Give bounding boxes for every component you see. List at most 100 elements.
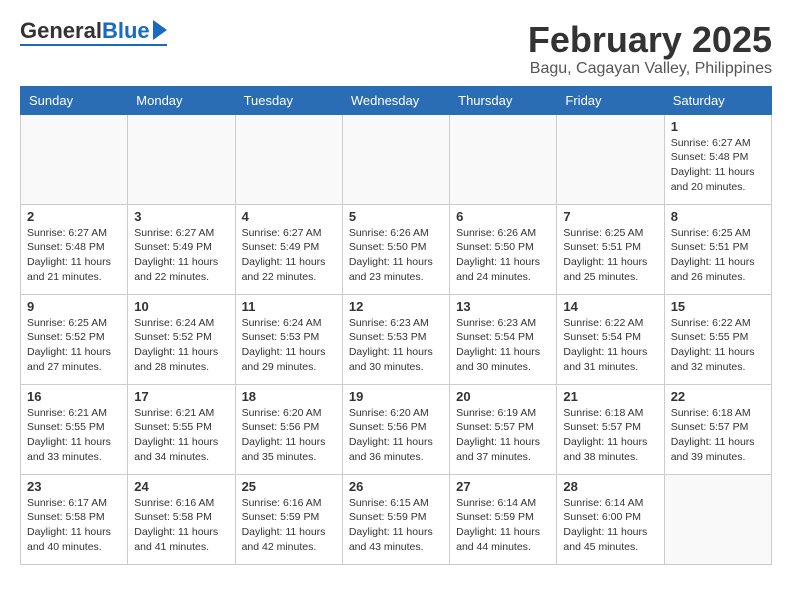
- day-info: Sunrise: 6:20 AM Sunset: 5:56 PM Dayligh…: [349, 406, 443, 465]
- calendar-cell: 19 Sunrise: 6:20 AM Sunset: 5:56 PM Dayli…: [342, 384, 449, 474]
- day-number: 2: [27, 209, 121, 224]
- calendar-cell: 25 Sunrise: 6:16 AM Sunset: 5:59 PM Dayli…: [235, 474, 342, 564]
- calendar-cell: [235, 114, 342, 204]
- calendar-cell: 22 Sunrise: 6:18 AM Sunset: 5:57 PM Dayli…: [664, 384, 771, 474]
- calendar-cell: 16 Sunrise: 6:21 AM Sunset: 5:55 PM Dayli…: [21, 384, 128, 474]
- calendar-cell: 15 Sunrise: 6:22 AM Sunset: 5:55 PM Dayli…: [664, 294, 771, 384]
- day-number: 10: [134, 299, 228, 314]
- day-number: 4: [242, 209, 336, 224]
- day-info: Sunrise: 6:22 AM Sunset: 5:55 PM Dayligh…: [671, 316, 765, 375]
- calendar-cell: 10Sunrise: 6:24 AM Sunset: 5:52 PM Dayli…: [128, 294, 235, 384]
- day-header-monday: Monday: [128, 86, 235, 114]
- day-number: 20: [456, 389, 550, 404]
- day-info: Sunrise: 6:27 AM Sunset: 5:48 PM Dayligh…: [27, 226, 121, 285]
- week-row-4: 23 Sunrise: 6:17 AM Sunset: 5:58 PM Dayli…: [21, 474, 772, 564]
- header: General Blue February 2025 Bagu, Cagayan…: [20, 20, 772, 78]
- day-info: Sunrise: 6:19 AM Sunset: 5:57 PM Dayligh…: [456, 406, 550, 465]
- calendar-cell: 18 Sunrise: 6:20 AM Sunset: 5:56 PM Dayli…: [235, 384, 342, 474]
- day-header-thursday: Thursday: [450, 86, 557, 114]
- calendar-cell: 3Sunrise: 6:27 AM Sunset: 5:49 PM Daylig…: [128, 204, 235, 294]
- logo-underline: [20, 44, 167, 46]
- calendar-cell: [557, 114, 664, 204]
- week-row-1: 2 Sunrise: 6:27 AM Sunset: 5:48 PM Daylig…: [21, 204, 772, 294]
- calendar-cell: 4Sunrise: 6:27 AM Sunset: 5:49 PM Daylig…: [235, 204, 342, 294]
- calendar-cell: 12 Sunrise: 6:23 AM Sunset: 5:53 PM Dayli…: [342, 294, 449, 384]
- day-info: Sunrise: 6:16 AM Sunset: 5:58 PM Dayligh…: [134, 496, 228, 555]
- day-number: 3: [134, 209, 228, 224]
- calendar-cell: 7 Sunrise: 6:25 AM Sunset: 5:51 PM Daylig…: [557, 204, 664, 294]
- day-number: 13: [456, 299, 550, 314]
- day-number: 18: [242, 389, 336, 404]
- calendar-cell: [21, 114, 128, 204]
- calendar-cell: 6 Sunrise: 6:26 AM Sunset: 5:50 PM Daylig…: [450, 204, 557, 294]
- calendar-cell: 14 Sunrise: 6:22 AM Sunset: 5:54 PM Dayli…: [557, 294, 664, 384]
- day-info: Sunrise: 6:18 AM Sunset: 5:57 PM Dayligh…: [671, 406, 765, 465]
- day-number: 5: [349, 209, 443, 224]
- day-info: Sunrise: 6:25 AM Sunset: 5:51 PM Dayligh…: [671, 226, 765, 285]
- day-number: 24: [134, 479, 228, 494]
- calendar-cell: [664, 474, 771, 564]
- day-number: 7: [563, 209, 657, 224]
- calendar-cell: 28Sunrise: 6:14 AM Sunset: 6:00 PM Dayli…: [557, 474, 664, 564]
- day-number: 26: [349, 479, 443, 494]
- day-header-friday: Friday: [557, 86, 664, 114]
- day-number: 15: [671, 299, 765, 314]
- day-number: 25: [242, 479, 336, 494]
- calendar-cell: 27 Sunrise: 6:14 AM Sunset: 5:59 PM Dayli…: [450, 474, 557, 564]
- day-number: 19: [349, 389, 443, 404]
- day-info: Sunrise: 6:17 AM Sunset: 5:58 PM Dayligh…: [27, 496, 121, 555]
- calendar-title: February 2025: [528, 20, 772, 60]
- calendar-cell: 21 Sunrise: 6:18 AM Sunset: 5:57 PM Dayli…: [557, 384, 664, 474]
- day-number: 27: [456, 479, 550, 494]
- calendar-cell: 11 Sunrise: 6:24 AM Sunset: 5:53 PM Dayli…: [235, 294, 342, 384]
- day-info: Sunrise: 6:21 AM Sunset: 5:55 PM Dayligh…: [134, 406, 228, 465]
- logo: General Blue: [20, 20, 167, 46]
- week-row-3: 16 Sunrise: 6:21 AM Sunset: 5:55 PM Dayli…: [21, 384, 772, 474]
- day-number: 12: [349, 299, 443, 314]
- day-number: 14: [563, 299, 657, 314]
- day-info: Sunrise: 6:25 AM Sunset: 5:51 PM Dayligh…: [563, 226, 657, 285]
- day-info: Sunrise: 6:23 AM Sunset: 5:53 PM Dayligh…: [349, 316, 443, 375]
- calendar-cell: 20 Sunrise: 6:19 AM Sunset: 5:57 PM Dayli…: [450, 384, 557, 474]
- day-number: 16: [27, 389, 121, 404]
- day-info: Sunrise: 6:22 AM Sunset: 5:54 PM Dayligh…: [563, 316, 657, 375]
- header-row: SundayMondayTuesdayWednesdayThursdayFrid…: [21, 86, 772, 114]
- day-info: Sunrise: 6:26 AM Sunset: 5:50 PM Dayligh…: [456, 226, 550, 285]
- day-number: 22: [671, 389, 765, 404]
- calendar-cell: 24 Sunrise: 6:16 AM Sunset: 5:58 PM Dayli…: [128, 474, 235, 564]
- week-row-0: 1Sunrise: 6:27 AM Sunset: 5:48 PM Daylig…: [21, 114, 772, 204]
- day-number: 17: [134, 389, 228, 404]
- calendar-cell: 26 Sunrise: 6:15 AM Sunset: 5:59 PM Dayli…: [342, 474, 449, 564]
- day-number: 6: [456, 209, 550, 224]
- day-info: Sunrise: 6:20 AM Sunset: 5:56 PM Dayligh…: [242, 406, 336, 465]
- day-header-tuesday: Tuesday: [235, 86, 342, 114]
- day-info: Sunrise: 6:21 AM Sunset: 5:55 PM Dayligh…: [27, 406, 121, 465]
- day-info: Sunrise: 6:18 AM Sunset: 5:57 PM Dayligh…: [563, 406, 657, 465]
- week-row-2: 9Sunrise: 6:25 AM Sunset: 5:52 PM Daylig…: [21, 294, 772, 384]
- page: General Blue February 2025 Bagu, Cagayan…: [0, 0, 792, 575]
- day-number: 21: [563, 389, 657, 404]
- calendar-cell: 9Sunrise: 6:25 AM Sunset: 5:52 PM Daylig…: [21, 294, 128, 384]
- day-number: 9: [27, 299, 121, 314]
- day-number: 11: [242, 299, 336, 314]
- day-info: Sunrise: 6:24 AM Sunset: 5:53 PM Dayligh…: [242, 316, 336, 375]
- day-info: Sunrise: 6:14 AM Sunset: 6:00 PM Dayligh…: [563, 496, 657, 555]
- day-header-sunday: Sunday: [21, 86, 128, 114]
- day-header-saturday: Saturday: [664, 86, 771, 114]
- day-header-wednesday: Wednesday: [342, 86, 449, 114]
- logo-blue-text: Blue: [102, 20, 150, 42]
- logo-general-text: General: [20, 20, 102, 42]
- logo-arrow-icon: [153, 20, 167, 40]
- calendar-cell: [342, 114, 449, 204]
- day-info: Sunrise: 6:16 AM Sunset: 5:59 PM Dayligh…: [242, 496, 336, 555]
- day-info: Sunrise: 6:14 AM Sunset: 5:59 PM Dayligh…: [456, 496, 550, 555]
- day-number: 8: [671, 209, 765, 224]
- calendar-cell: [128, 114, 235, 204]
- day-number: 23: [27, 479, 121, 494]
- day-info: Sunrise: 6:15 AM Sunset: 5:59 PM Dayligh…: [349, 496, 443, 555]
- title-section: February 2025 Bagu, Cagayan Valley, Phil…: [528, 20, 772, 78]
- calendar-cell: 1Sunrise: 6:27 AM Sunset: 5:48 PM Daylig…: [664, 114, 771, 204]
- calendar-cell: 2 Sunrise: 6:27 AM Sunset: 5:48 PM Daylig…: [21, 204, 128, 294]
- calendar-cell: 8 Sunrise: 6:25 AM Sunset: 5:51 PM Daylig…: [664, 204, 771, 294]
- calendar-cell: [450, 114, 557, 204]
